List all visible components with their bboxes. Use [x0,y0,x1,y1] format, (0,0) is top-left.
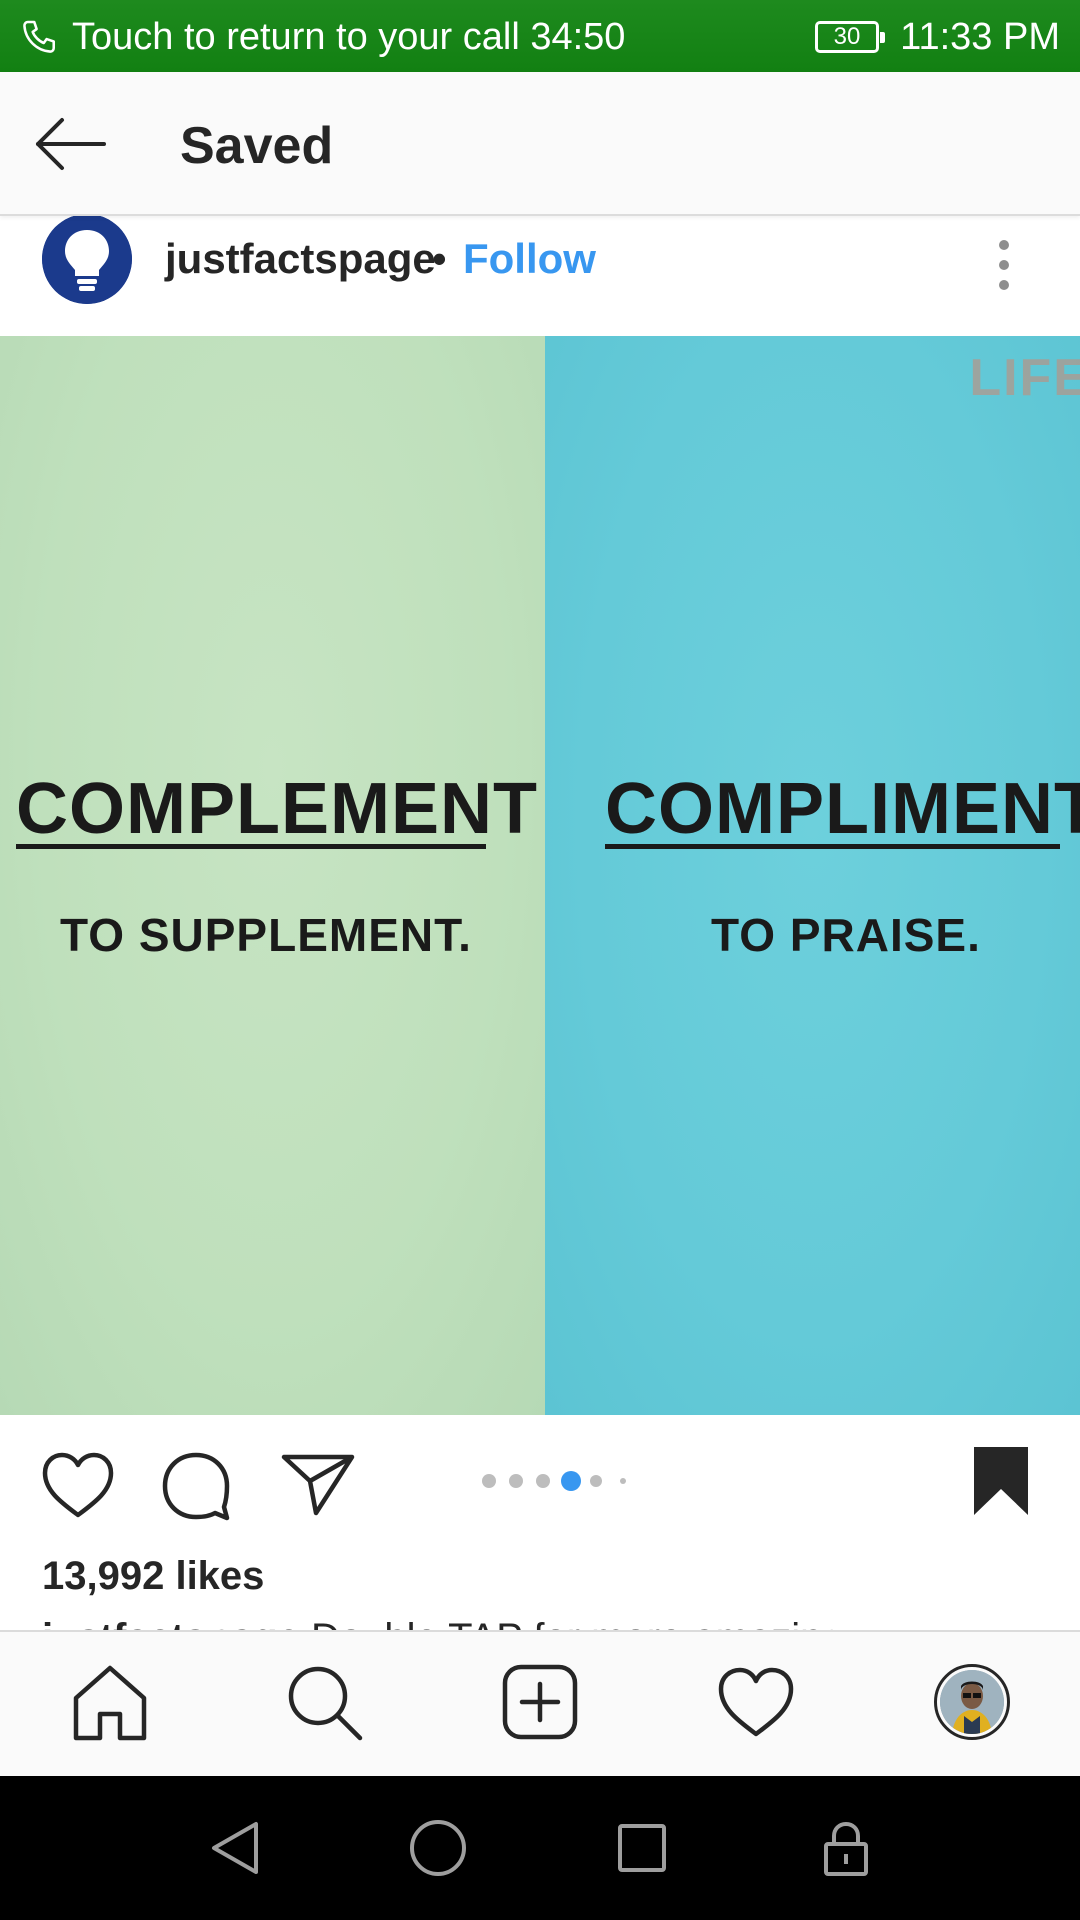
system-navigation-bar [0,1776,1080,1920]
author-username[interactable]: justfactspage [165,234,436,284]
left-word: COMPLEMENT [16,769,538,849]
likes-count[interactable]: 13,992 likes [42,1552,264,1600]
follow-button[interactable]: Follow [463,234,596,284]
lock-icon[interactable] [816,1818,876,1878]
separator-dot: • [432,235,447,282]
right-underline [605,844,1060,849]
left-definition: TO SUPPLEMENT. [60,909,472,961]
bottom-navigation [0,1630,1080,1776]
home-circle-icon[interactable] [408,1818,468,1878]
recents-square-icon[interactable] [612,1818,672,1878]
instagram-saved-post-screen: Touch to return to your call 34:50 30 11… [0,0,1080,1920]
share-send-icon[interactable] [280,1451,356,1517]
right-panel: COMPLIMENT TO PRAISE. LIFE [545,336,1080,1415]
author-avatar[interactable] [42,216,132,304]
arrow-left-icon[interactable] [32,112,108,176]
battery-level: 30 [833,23,861,50]
status-bar[interactable]: Touch to return to your call 34:50 30 11… [0,0,1080,72]
carousel-dot [482,1474,496,1488]
left-panel: COMPLEMENT TO SUPPLEMENT. [0,336,545,1415]
search-icon[interactable] [284,1662,364,1742]
carousel-dot [590,1475,602,1487]
carousel-dot [509,1474,523,1488]
post-header: justfactspage • Follow [0,216,1080,336]
right-definition: TO PRAISE. [711,909,981,961]
comment-icon[interactable] [160,1451,232,1521]
app-header: Saved [0,72,1080,216]
lightbulb-icon [42,216,132,304]
call-timer: 34:50 [530,16,626,58]
post-image[interactable]: COMPLEMENT TO SUPPLEMENT. COMPLIMENT TO … [0,336,1080,1415]
battery-icon: 30 [815,21,885,53]
carousel-dot [536,1474,550,1488]
left-underline [16,844,486,849]
clock: 11:33 PM [900,16,1060,58]
back-triangle-icon[interactable] [206,1818,266,1878]
right-word: COMPLIMENT [605,769,1080,849]
carousel-dot-active [561,1471,581,1491]
phone-icon [23,20,55,53]
post-action-bar [0,1415,1080,1545]
activity-heart-icon[interactable] [716,1662,796,1742]
profile-avatar[interactable] [934,1664,1010,1740]
heart-icon[interactable] [40,1451,116,1521]
more-vertical-icon[interactable] [992,238,1016,292]
carousel-dot [620,1478,626,1484]
home-icon[interactable] [70,1662,150,1742]
watermark-logo: LIFE [969,349,1080,407]
return-to-call-text[interactable]: Touch to return to your call 34:50 [72,14,625,60]
bookmark-filled-icon[interactable] [972,1445,1030,1517]
page-title: Saved [180,117,334,175]
add-post-icon[interactable] [500,1662,580,1742]
profile-photo [940,1670,1004,1734]
